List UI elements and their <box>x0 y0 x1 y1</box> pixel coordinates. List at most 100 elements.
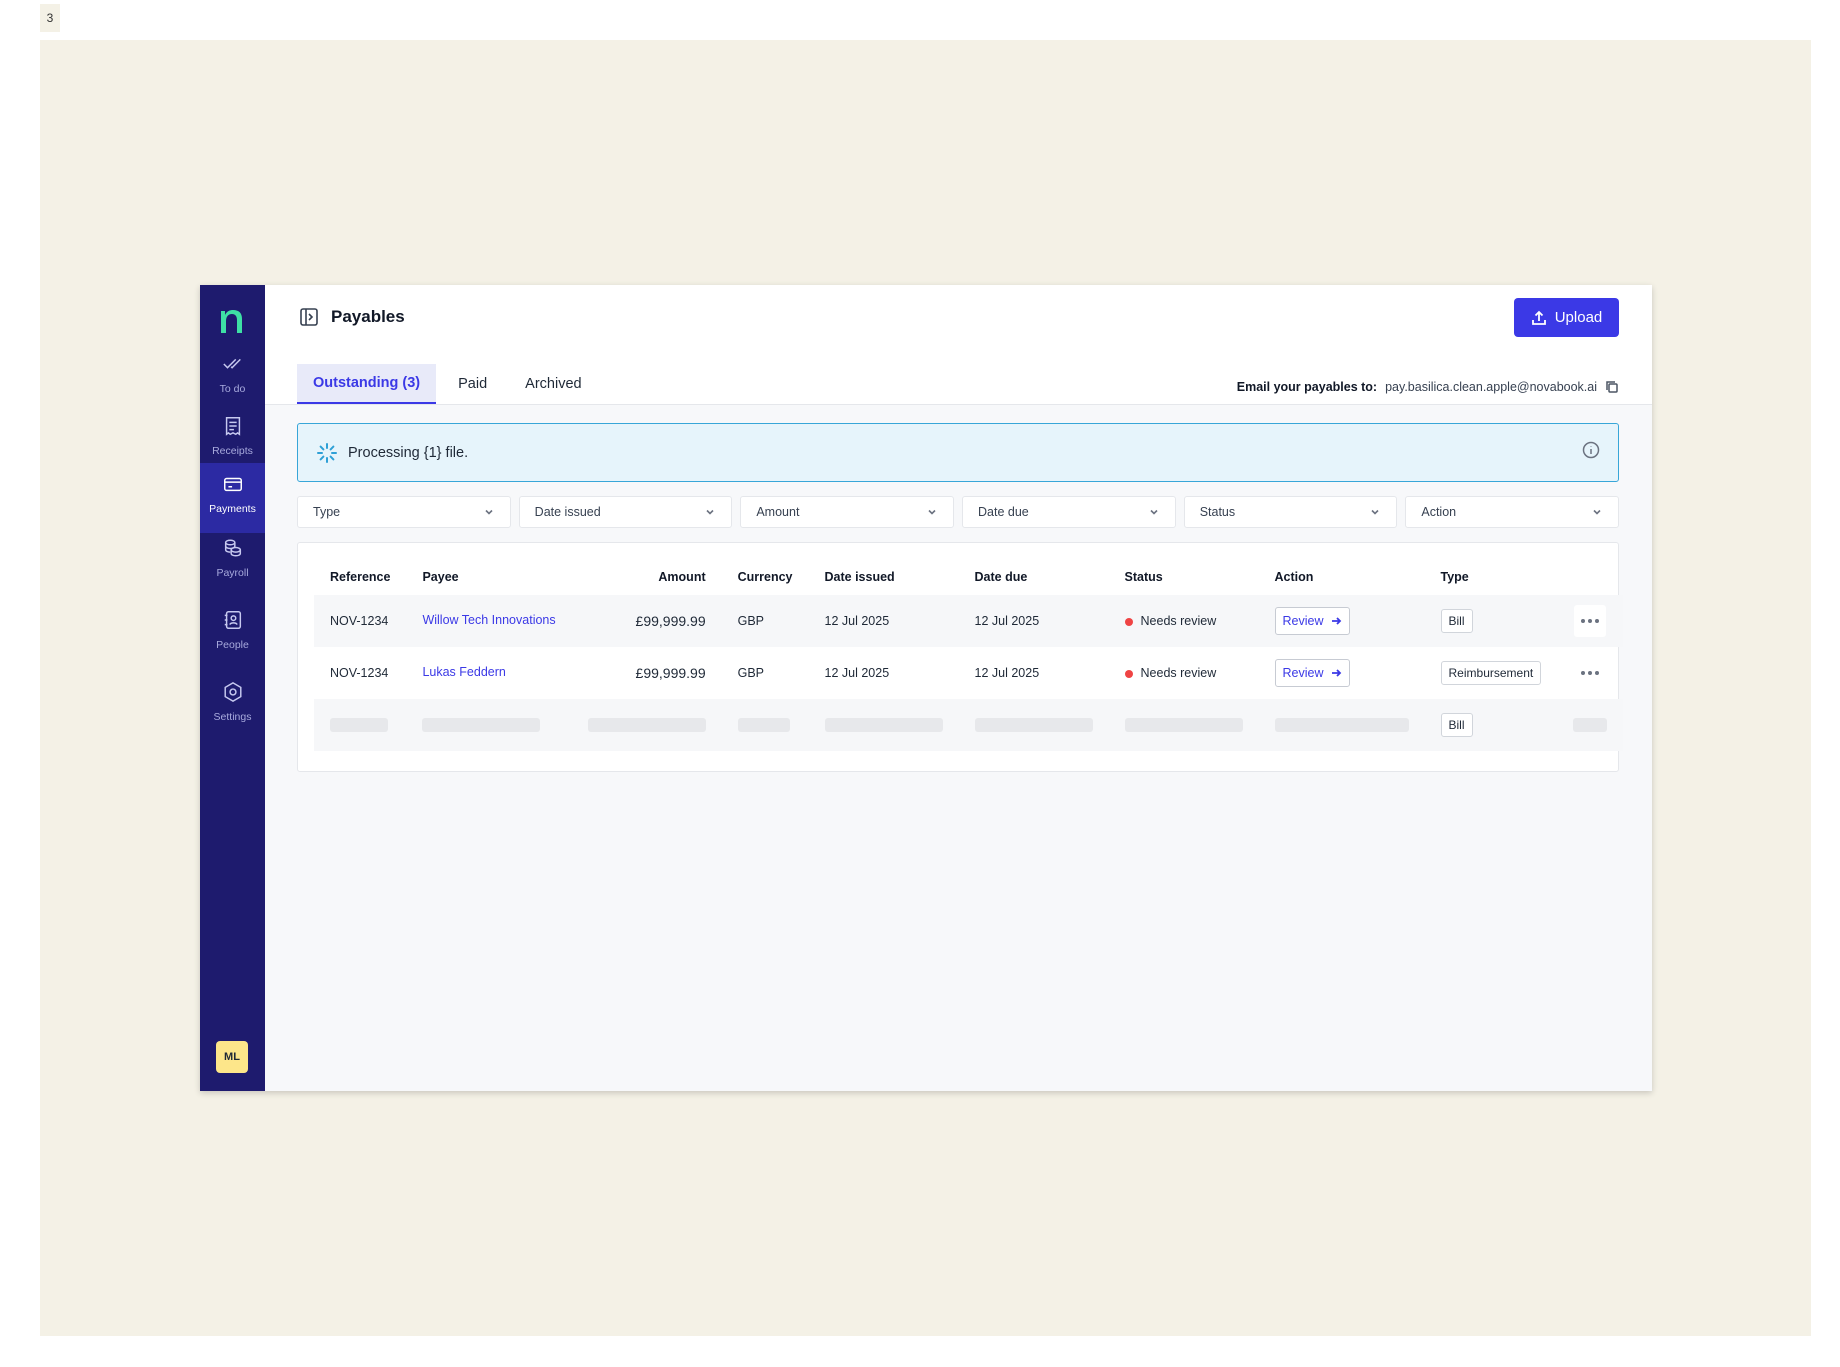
contact-book-icon <box>224 611 241 629</box>
table-header-row: Reference Payee Amount Currency Date iss… <box>314 559 1623 595</box>
chevron-down-icon <box>928 509 936 515</box>
app-window: To do Receipts Payments Payroll People S… <box>200 285 1652 1091</box>
receipt-icon <box>225 417 240 436</box>
info-icon <box>1582 441 1600 459</box>
skeleton-placeholder <box>422 718 541 733</box>
arrow-right-icon <box>1331 617 1341 625</box>
skeleton-placeholder <box>737 718 790 733</box>
more-horizontal-icon <box>1581 671 1600 675</box>
column-header-reference[interactable]: Reference <box>314 559 406 595</box>
double-check-icon <box>222 358 241 369</box>
frame-number-label: 3 <box>40 4 60 32</box>
skeleton-placeholder <box>1573 718 1608 733</box>
filter-status[interactable]: Status <box>1183 496 1398 528</box>
filter-label: Amount <box>756 505 800 519</box>
sidebar-item-payroll[interactable]: Payroll <box>200 527 265 597</box>
more-horizontal-icon <box>1581 619 1600 623</box>
filter-date-issued[interactable]: Date issued <box>518 496 733 528</box>
column-header-action[interactable]: Action <box>1259 559 1425 595</box>
more-options-button[interactable] <box>1574 605 1607 637</box>
card-icon <box>223 477 242 492</box>
chevron-down-icon <box>485 509 493 515</box>
canvas-background: To do Receipts Payments Payroll People S… <box>40 40 1811 1336</box>
column-header-date-issued[interactable]: Date issued <box>809 559 959 595</box>
sidebar-item-people[interactable]: People <box>200 599 265 669</box>
cell-currency: GBP <box>721 595 809 647</box>
info-button[interactable] <box>1582 441 1600 464</box>
skeleton-placeholder <box>974 718 1093 733</box>
sidebar-item-label: People <box>216 639 249 651</box>
status-dot-icon <box>1124 669 1133 678</box>
column-header-type[interactable]: Type <box>1425 559 1558 595</box>
skeleton-placeholder <box>330 718 388 733</box>
novabook-logo[interactable] <box>218 303 246 337</box>
cell-date-issued: 12 Jul 2025 <box>808 595 959 647</box>
status-dot-icon <box>1124 617 1133 626</box>
tab-outstanding[interactable]: Outstanding (3) <box>297 364 437 404</box>
column-header-currency[interactable]: Currency <box>722 559 809 595</box>
review-button[interactable]: Review <box>1274 659 1350 687</box>
column-header-status[interactable]: Status <box>1109 559 1259 595</box>
upload-button[interactable]: Upload <box>1514 298 1619 337</box>
payables-table-card: Reference Payee Amount Currency Date iss… <box>297 542 1624 772</box>
gear-icon <box>223 681 242 703</box>
filter-date-due[interactable]: Date due <box>962 496 1176 528</box>
review-button-label: Review <box>1282 666 1324 680</box>
filter-label: Action <box>1421 505 1457 519</box>
table-row[interactable]: NOV-1234 Willow Tech Innovations £99,999… <box>314 595 1624 647</box>
banner-text: Processing {1} file. <box>348 444 469 461</box>
filter-label: Type <box>313 505 341 519</box>
sidebar-toggle-icon[interactable] <box>299 307 319 327</box>
status-label: Needs review <box>1140 666 1217 680</box>
cell-status: Needs review <box>1108 595 1259 647</box>
chevron-down-icon <box>706 509 714 515</box>
filter-action[interactable]: Action <box>1405 496 1620 528</box>
email-payables-row: Email your payables to: pay.basilica.cle… <box>1237 380 1619 394</box>
main-content: Payables Upload Outstanding (3) Paid Arc… <box>265 285 1652 1091</box>
review-button[interactable]: Review <box>1274 607 1350 635</box>
table-row-loading: Bill <box>314 699 1624 751</box>
cell-reference: NOV-1234 <box>314 595 407 647</box>
processing-banner: Processing {1} file. <box>297 423 1619 482</box>
filter-amount[interactable]: Amount <box>740 496 955 528</box>
filter-label: Date due <box>978 505 1029 519</box>
tab-archived[interactable]: Archived <box>509 364 597 404</box>
copy-icon[interactable] <box>1605 380 1619 394</box>
tab-bar: Outstanding (3) Paid Archived <box>297 364 604 404</box>
filter-type[interactable]: Type <box>297 496 511 528</box>
email-address: pay.basilica.clean.apple@novabook.ai <box>1385 380 1597 394</box>
page-header: Payables Upload Outstanding (3) Paid Arc… <box>265 285 1652 405</box>
payables-table: Reference Payee Amount Currency Date iss… <box>314 559 1624 751</box>
payee-link[interactable]: Lukas Feddern <box>422 665 505 679</box>
chevron-down-icon <box>1371 509 1379 515</box>
sidebar-item-payments[interactable]: Payments <box>200 463 265 533</box>
filter-label: Status <box>1199 505 1236 519</box>
type-badge: Bill <box>1440 609 1473 633</box>
tab-paid[interactable]: Paid <box>442 364 503 404</box>
status-label: Needs review <box>1140 614 1217 628</box>
avatar[interactable]: ML <box>216 1041 248 1073</box>
sidebar-item-label: Receipts <box>212 445 253 457</box>
title-row: Payables <box>299 307 405 327</box>
cell-amount: £99,999.99 <box>635 613 706 629</box>
cell-status: Needs review <box>1109 647 1259 699</box>
type-badge: Reimbursement <box>1440 661 1542 685</box>
sidebar-item-to-do[interactable]: To do <box>200 343 265 413</box>
column-header-payee[interactable]: Payee <box>406 559 571 595</box>
loading-spinner-icon <box>317 442 337 463</box>
chevron-down-icon <box>1150 509 1158 515</box>
column-header-amount[interactable]: Amount <box>572 559 722 595</box>
more-options-button[interactable] <box>1574 657 1607 689</box>
upload-icon <box>1531 310 1546 325</box>
skeleton-placeholder <box>587 718 706 733</box>
skeleton-placeholder <box>1124 718 1243 733</box>
cell-reference: NOV-1234 <box>330 666 389 680</box>
sidebar-item-label: Settings <box>213 711 252 723</box>
sidebar-item-settings[interactable]: Settings <box>200 671 265 741</box>
type-badge: Bill <box>1440 713 1473 737</box>
payee-link[interactable]: Willow Tech Innovations <box>422 613 555 627</box>
column-header-date-due[interactable]: Date due <box>959 559 1109 595</box>
cell-date-issued: 12 Jul 2025 <box>824 666 890 680</box>
sidebar-item-label: Payments <box>209 503 256 515</box>
table-row[interactable]: NOV-1234 Lukas Feddern £99,999.99 GBP 12… <box>314 647 1623 699</box>
